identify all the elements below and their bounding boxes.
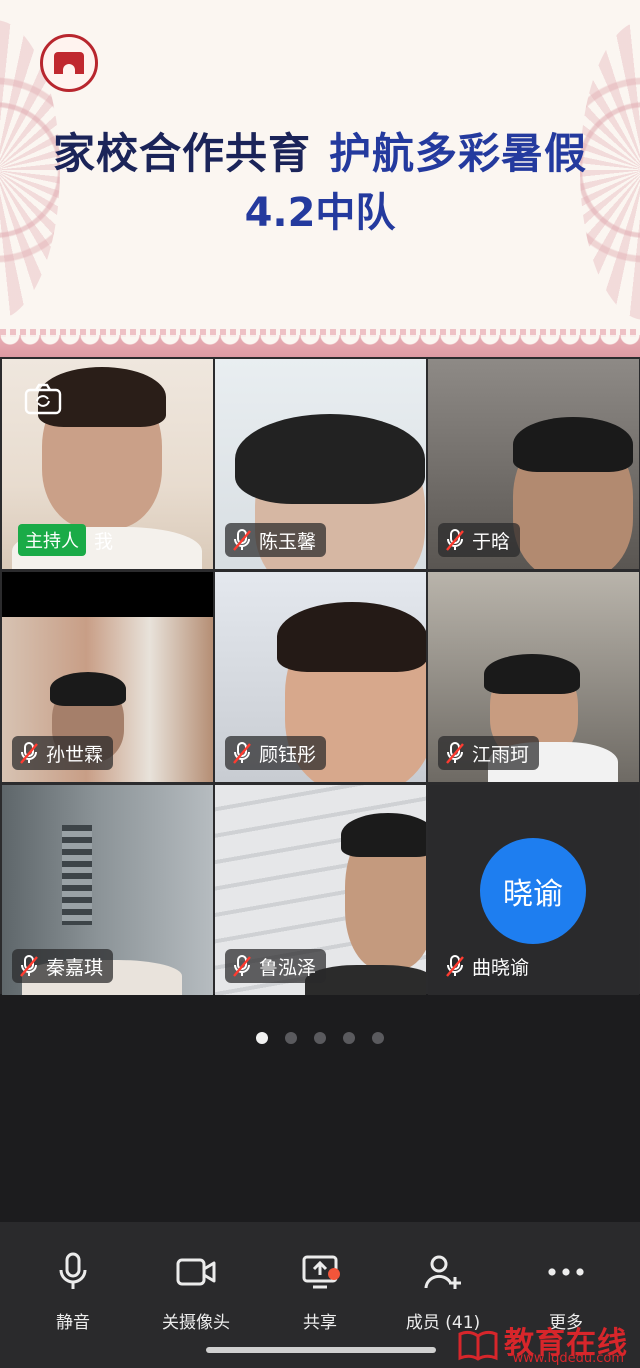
hair: [484, 654, 580, 694]
video-tile[interactable]: 顾钰彤: [215, 572, 426, 782]
mic-muted-icon: [231, 741, 253, 765]
page-dot[interactable]: [285, 1032, 297, 1044]
hair: [277, 602, 426, 672]
hair: [513, 417, 633, 472]
participant-name: 我: [94, 530, 114, 553]
window-grille: [62, 825, 92, 925]
add-member-icon: [383, 1250, 503, 1294]
banner-title-part1: 家校合作共育: [52, 129, 311, 178]
video-tile[interactable]: 于晗: [428, 359, 639, 569]
hair: [50, 672, 126, 706]
book-logo-icon: [458, 1330, 498, 1361]
video-tile[interactable]: 秦嘉琪: [2, 785, 213, 995]
participant-name-tag: 江雨珂: [438, 736, 540, 770]
video-tile[interactable]: 晓谕 曲晓谕: [428, 785, 639, 995]
mic-muted-icon: [18, 954, 40, 978]
banner-title: 家校合作共育 护航多彩暑假: [0, 120, 640, 181]
participant-name-tag: 主持人 我: [12, 523, 123, 557]
video-tile[interactable]: 江雨珂: [428, 572, 639, 782]
participant-name: 秦嘉琪: [46, 956, 104, 979]
more-dots-icon: [506, 1250, 626, 1294]
banner-title-part2: 护航多彩暑假: [329, 129, 588, 178]
page-dot-active[interactable]: [256, 1032, 268, 1044]
video-tile-host[interactable]: 主持人 我: [2, 359, 213, 569]
site-watermark: 教育在线 www.lqdedu.com: [458, 1318, 628, 1366]
mic-muted-icon: [18, 741, 40, 765]
mute-button[interactable]: 静音: [13, 1250, 133, 1333]
hair: [341, 813, 426, 857]
participant-name-tag: 秦嘉琪: [12, 949, 114, 983]
participant-name-tag: 顾钰彤: [225, 736, 327, 770]
lace-border: [0, 335, 640, 357]
video-tile[interactable]: 鲁泓泽: [215, 785, 426, 995]
watermark-url: www.lqdedu.com: [512, 1351, 624, 1366]
participant-name-tag: 孙世霖: [12, 736, 114, 770]
page-indicator[interactable]: [0, 1032, 640, 1046]
camera-off-button[interactable]: 关摄像头: [136, 1250, 256, 1333]
home-indicator[interactable]: [206, 1347, 436, 1353]
share-notification-dot: [328, 1268, 340, 1280]
camera-off-label: 关摄像头: [162, 1313, 230, 1333]
page-dot[interactable]: [314, 1032, 326, 1044]
participant-name: 顾钰彤: [259, 743, 317, 766]
mic-muted-icon: [444, 954, 466, 978]
avatar: 晓谕: [480, 838, 586, 944]
participant-name: 曲晓谕: [472, 956, 530, 979]
video-grid: 主持人 我 陈玉馨 于晗 孙世霖 顾钰彤 江雨珂 秦嘉琪 鲁泓泽 晓谕 曲晓谕: [0, 357, 640, 995]
participant-name-tag: 于晗: [438, 523, 521, 557]
microphone-icon: [13, 1250, 133, 1294]
participant-name-tag: 陈玉馨: [225, 523, 327, 557]
mic-muted-icon: [231, 528, 253, 552]
video-camera-icon: [136, 1250, 256, 1294]
page-dot[interactable]: [343, 1032, 355, 1044]
share-label: 共享: [303, 1313, 337, 1333]
mute-label: 静音: [56, 1313, 90, 1333]
shared-screen-banner: 家校合作共育 护航多彩暑假 4.2中队: [0, 0, 640, 357]
participant-name-tag: 鲁泓泽: [225, 949, 327, 983]
mic-muted-icon: [444, 741, 466, 765]
hair: [235, 414, 425, 504]
participant-name: 鲁泓泽: [259, 956, 317, 979]
banner-subtitle: 4.2中队: [244, 190, 396, 236]
video-tile[interactable]: 陈玉馨: [215, 359, 426, 569]
mic-muted-icon: [444, 528, 466, 552]
participant-name-tag: 曲晓谕: [438, 949, 539, 983]
page-dot[interactable]: [372, 1032, 384, 1044]
participant-name: 孙世霖: [46, 743, 104, 766]
school-logo: [40, 34, 98, 92]
video-tile[interactable]: 孙世霖: [2, 572, 213, 782]
mic-muted-icon: [231, 954, 253, 978]
camera-switch-icon[interactable]: [24, 383, 62, 415]
screen-share-icon: [260, 1250, 380, 1294]
share-button[interactable]: 共享: [260, 1250, 380, 1333]
host-badge: 主持人: [18, 524, 86, 556]
participant-name: 陈玉馨: [259, 530, 317, 553]
participant-name: 江雨珂: [472, 743, 530, 766]
participant-name: 于晗: [472, 530, 511, 553]
